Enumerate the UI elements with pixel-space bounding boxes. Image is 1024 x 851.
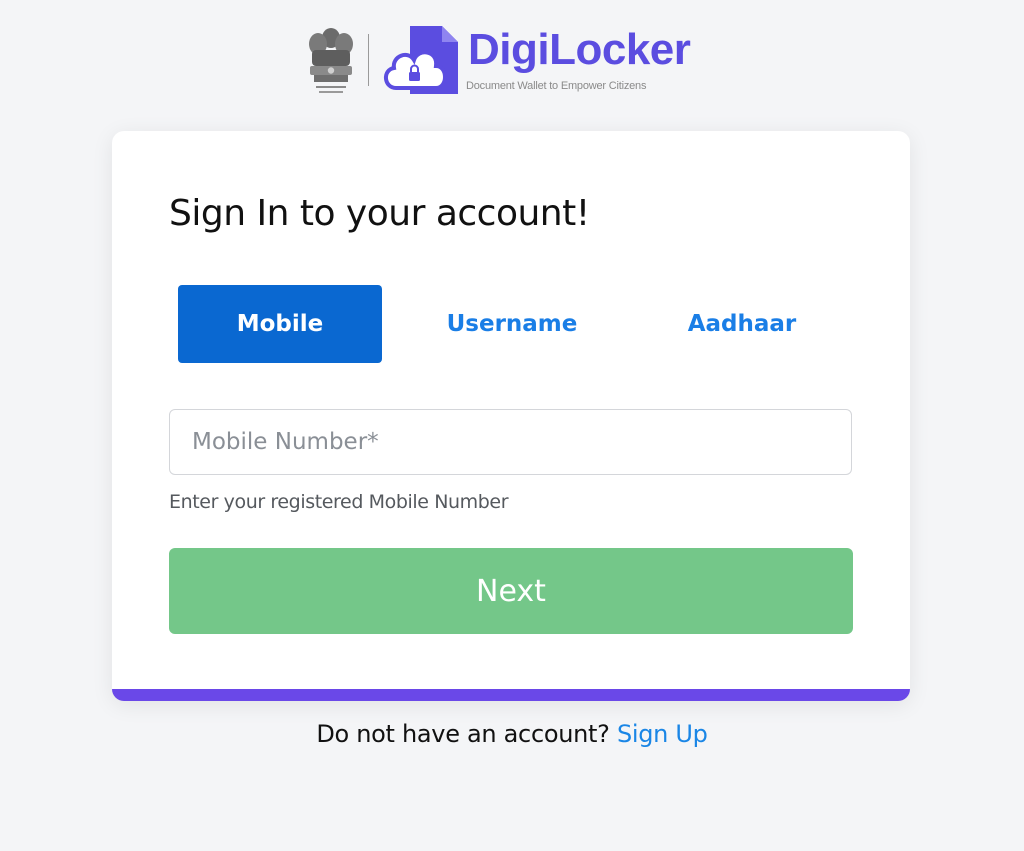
mobile-helper-text: Enter your registered Mobile Number <box>169 491 509 513</box>
next-button[interactable]: Next <box>169 548 853 634</box>
brand-name: DigiLocker <box>468 25 691 74</box>
signup-prompt-text: Do not have an account? <box>316 720 617 748</box>
tab-aadhaar[interactable]: Aadhaar <box>642 285 842 363</box>
tab-username[interactable]: Username <box>412 285 612 363</box>
login-method-tabs: Mobile Username Aadhaar <box>178 285 868 365</box>
signup-prompt: Do not have an account? Sign Up <box>0 720 1024 748</box>
mobile-number-input[interactable] <box>169 409 852 475</box>
brand-tagline: Document Wallet to Empower Citizens <box>466 80 647 92</box>
tab-mobile[interactable]: Mobile <box>178 285 382 363</box>
login-card: Sign In to your account! Mobile Username… <box>112 131 910 701</box>
header-logo: DigiLocker Document Wallet to Empower Ci… <box>300 18 700 106</box>
signin-page: DigiLocker Document Wallet to Empower Ci… <box>0 0 1024 851</box>
signup-link[interactable]: Sign Up <box>617 720 708 748</box>
page-title: Sign In to your account! <box>169 193 590 234</box>
state-emblem-icon <box>309 28 353 93</box>
cloud-document-lock-icon <box>384 26 458 94</box>
logo-divider <box>368 34 369 86</box>
mobile-input-wrapper <box>169 409 852 475</box>
